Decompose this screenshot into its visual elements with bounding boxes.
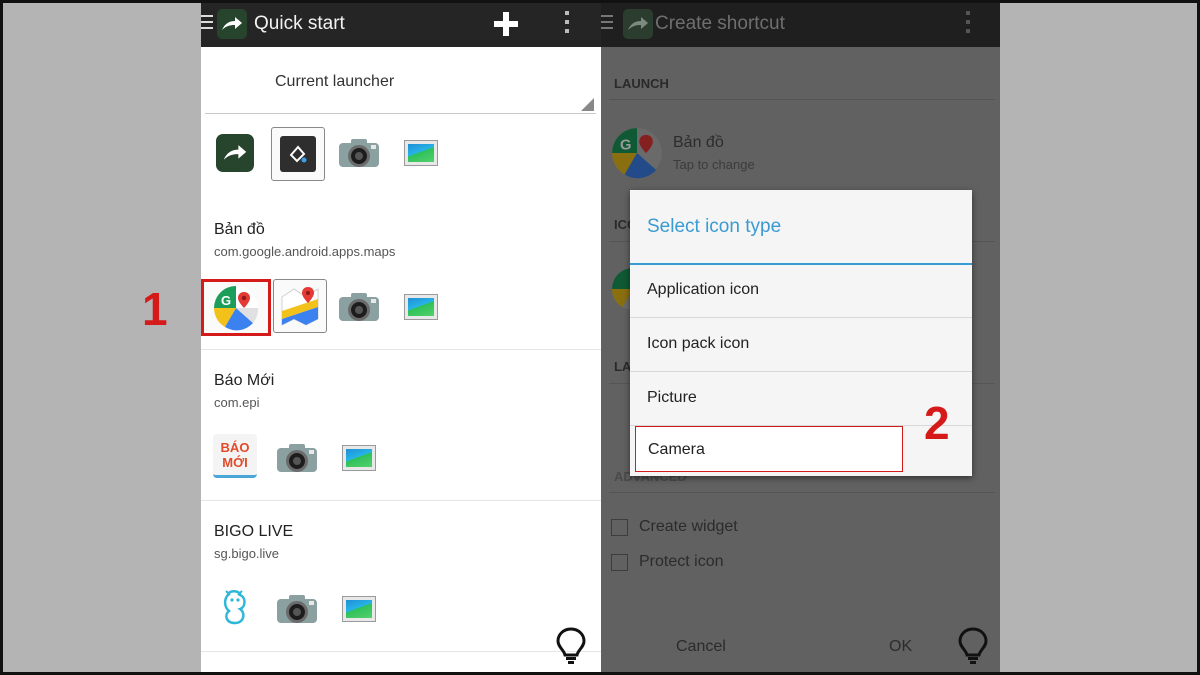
camera-icon[interactable] (275, 587, 319, 631)
launcher-dropdown[interactable]: Current launcher (205, 58, 596, 114)
app-section-bigo: BIGO LIVE sg.bigo.live (201, 501, 601, 652)
app-section-maps: Bản đồ com.google.android.apps.maps G (201, 199, 601, 350)
shortcut-app-name[interactable]: Bản đồ (673, 134, 724, 152)
baomoi-logo-line2: MỚI (222, 455, 248, 470)
protect-icon-label: Protect icon (639, 553, 724, 570)
dropdown-corner-icon (581, 98, 594, 111)
option-label: Picture (647, 389, 697, 406)
option-label: Icon pack icon (647, 335, 750, 352)
menu-icon[interactable] (601, 15, 613, 33)
protect-icon-checkbox[interactable] (611, 553, 628, 571)
picture-icon[interactable] (337, 587, 381, 631)
maps-icon-pack-icon[interactable] (273, 279, 327, 333)
shortcut-app-subtitle: Tap to change (673, 157, 755, 172)
step-one-label: 1 (142, 283, 168, 335)
cancel-button[interactable]: Cancel (676, 638, 726, 656)
app-bar: Quick start (201, 3, 601, 47)
ok-button[interactable]: OK (889, 638, 912, 656)
app-section-baomoi: Báo Mới com.epi BÁO MỚI (201, 350, 601, 501)
picture-icon[interactable] (399, 285, 443, 329)
menu-icon[interactable] (201, 15, 213, 33)
app-name: Báo Mới (214, 372, 275, 389)
app-package: com.epi (214, 395, 260, 410)
create-shortcut-screen: Create shortcut LAUNCH G Bản đồ Tap to c… (601, 3, 1000, 672)
app-logo (623, 9, 653, 39)
svg-text:G: G (620, 138, 631, 154)
picture-icon[interactable] (399, 131, 443, 175)
baomoi-app-icon[interactable]: BÁO MỚI (213, 434, 257, 478)
launcher-dropdown-label: Current launcher (275, 73, 395, 90)
create-widget-checkbox[interactable] (611, 518, 628, 536)
launch-section-header: LAUNCH (614, 76, 669, 91)
icon-pack-icon[interactable] (271, 127, 325, 181)
select-icon-type-dialog: Select icon type Application icon Icon p… (630, 190, 972, 476)
svg-text:G: G (221, 293, 231, 308)
icon-pack-icon-option[interactable]: Icon pack icon (630, 319, 972, 372)
baomoi-icon-row: BÁO MỚI (201, 432, 601, 484)
app-package: sg.bigo.live (214, 546, 280, 561)
baomoi-logo-line1: BÁO (220, 440, 250, 455)
shortcut-app-icon[interactable] (213, 131, 257, 175)
quick-start-screen: Quick start Current launcher Bản đồ com.… (201, 3, 601, 672)
picture-option[interactable]: Picture (630, 373, 972, 426)
app-logo (217, 9, 247, 39)
create-widget-option[interactable]: Create widget (611, 518, 738, 536)
app-name: Bản đồ (214, 221, 265, 238)
dialog-title: Select icon type (647, 216, 782, 237)
divider (609, 492, 995, 493)
app-package: com.google.android.apps.maps (214, 244, 396, 259)
app-bar-title: Quick start (254, 13, 345, 34)
option-label: Application icon (647, 281, 760, 298)
app-bar: Create shortcut (601, 3, 1000, 47)
camera-icon[interactable] (337, 131, 381, 175)
launcher-icon-row (201, 127, 601, 181)
picture-icon[interactable] (337, 436, 381, 480)
google-maps-app-icon[interactable]: G (201, 279, 271, 336)
lightbulb-icon[interactable] (958, 627, 988, 665)
protect-icon-option[interactable]: Protect icon (611, 553, 723, 571)
maps-icon-row: G (201, 279, 601, 336)
overflow-menu-icon[interactable] (963, 11, 973, 37)
create-widget-label: Create widget (639, 518, 738, 535)
lightbulb-icon[interactable] (556, 627, 586, 665)
overflow-menu-icon[interactable] (562, 11, 572, 37)
application-icon-option[interactable]: Application icon (630, 265, 972, 318)
app-bar-title: Create shortcut (655, 13, 785, 34)
step-two-label: 2 (924, 397, 950, 449)
bigo-live-app-icon[interactable] (213, 585, 257, 629)
option-label: Camera (648, 441, 705, 458)
divider (609, 99, 995, 100)
app-name: BIGO LIVE (214, 523, 294, 540)
camera-icon[interactable] (337, 285, 381, 329)
maps-app-icon[interactable]: G (611, 127, 663, 179)
bigo-icon-row (201, 583, 601, 635)
label-section-header: LA (614, 359, 632, 374)
camera-icon[interactable] (275, 436, 319, 480)
camera-option[interactable]: Camera (635, 426, 903, 472)
add-icon[interactable] (493, 11, 519, 37)
